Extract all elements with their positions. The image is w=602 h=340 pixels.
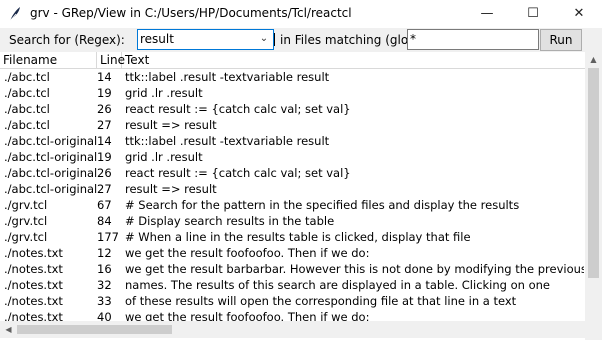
- cell-filename: ./notes.txt: [4, 262, 63, 276]
- table-row[interactable]: ./abc.tcl-original 26 react result := {cat…: [0, 165, 585, 181]
- cell-filename: ./notes.txt: [4, 294, 63, 308]
- cell-text: result => result: [125, 182, 217, 196]
- cell-line: 33: [97, 294, 112, 308]
- cell-line: 27: [97, 118, 112, 132]
- cell-text: we get the result foofoofoo. Then if we …: [125, 246, 370, 260]
- table-row[interactable]: ./grv.tcl 67 # Search for the pattern in t…: [0, 197, 585, 213]
- table-row[interactable]: ./notes.txt 12 we get the result foofoofoo…: [0, 245, 585, 261]
- table-row[interactable]: ./abc.tcl-original 14 ttk::label .result -…: [0, 133, 585, 149]
- cell-filename: ./abc.tcl-original: [4, 150, 97, 164]
- cell-filename: ./abc.tcl-original: [4, 166, 97, 180]
- cell-filename: ./notes.txt: [4, 246, 63, 260]
- cell-text: grid .lr .result: [125, 86, 203, 100]
- cell-line: 14: [97, 70, 112, 84]
- column-header-filename[interactable]: Filename: [0, 52, 97, 68]
- table-row[interactable]: ./abc.tcl-original 19 grid .lr .result: [0, 149, 585, 165]
- cell-text: # Display search results in the table: [125, 214, 335, 228]
- run-button[interactable]: Run: [540, 29, 582, 51]
- text-cursor: [274, 33, 275, 46]
- cell-filename: ./abc.tcl: [4, 118, 50, 132]
- title-bar: grv - GRep/View in C:/Users/HP/Documents…: [0, 0, 602, 28]
- cell-filename: ./abc.tcl: [4, 86, 50, 100]
- cell-text: # When a line in the results table is cl…: [125, 230, 471, 244]
- cell-text: ttk::label .result -textvariable result: [125, 134, 330, 148]
- chevron-down-icon[interactable]: ⌄: [258, 31, 270, 47]
- cell-line: 12: [97, 246, 112, 260]
- arrow-left-icon[interactable]: ◀: [0, 321, 17, 338]
- cell-line: 14: [97, 134, 112, 148]
- cell-line: 19: [97, 150, 112, 164]
- results-table: ./abc.tcl 14 ttk::label .result -textvaria…: [0, 69, 585, 321]
- scrollbar-corner: [585, 321, 602, 340]
- cell-line: 16: [97, 262, 112, 276]
- vertical-scroll-thumb[interactable]: [588, 68, 599, 278]
- cell-line: 27: [97, 182, 112, 196]
- cell-filename: ./abc.tcl-original: [4, 134, 97, 148]
- column-header-line[interactable]: Line: [97, 52, 125, 68]
- maximize-button[interactable]: ☐: [510, 0, 556, 28]
- files-label: in Files matching (glob):: [280, 33, 425, 47]
- cell-text: we get the result barbarbar. However thi…: [125, 262, 584, 276]
- table-row[interactable]: ./notes.txt 40 we get the result foofoofoo…: [0, 309, 585, 321]
- cell-filename: ./abc.tcl-original: [4, 182, 97, 196]
- vertical-scrollbar[interactable]: ▲: [585, 52, 602, 321]
- cell-text: we get the result foofoofoo. Then if we …: [125, 310, 370, 321]
- search-combobox[interactable]: result ⌄: [137, 29, 275, 50]
- files-glob-value[interactable]: *: [410, 32, 416, 46]
- cell-text: grid .lr .result: [125, 150, 203, 164]
- cell-line: 26: [97, 102, 112, 116]
- table-header: Filename Line Text: [0, 52, 585, 69]
- window-title: grv - GRep/View in C:/Users/HP/Documents…: [30, 6, 352, 20]
- cell-text: # Search for the pattern in the specifie…: [125, 198, 520, 212]
- search-input[interactable]: result: [140, 32, 174, 46]
- cell-line: 32: [97, 278, 112, 292]
- cell-text: of these results will open the correspon…: [125, 294, 517, 308]
- table-row[interactable]: ./abc.tcl-original 27 result => result: [0, 181, 585, 197]
- cell-filename: ./abc.tcl: [4, 70, 50, 84]
- cell-line: 67: [97, 198, 112, 212]
- cell-text: ttk::label .result -textvariable result: [125, 70, 330, 84]
- feather-icon: [9, 7, 20, 22]
- cell-filename: ./notes.txt: [4, 310, 63, 321]
- cell-text: react result := {catch calc val; set val…: [125, 166, 351, 180]
- cell-filename: ./grv.tcl: [4, 198, 48, 212]
- cell-line: 26: [97, 166, 112, 180]
- cell-text: result => result: [125, 118, 217, 132]
- search-toolbar: Search for (Regex): result ⌄ in Files ma…: [0, 28, 602, 52]
- table-row[interactable]: ./notes.txt 32 names. The results of this …: [0, 277, 585, 293]
- table-row[interactable]: ./abc.tcl 14 ttk::label .result -textvaria…: [0, 69, 585, 85]
- cell-line: 40: [97, 310, 112, 321]
- cell-text: react result := {catch calc val; set val…: [125, 102, 351, 116]
- cell-filename: ./grv.tcl: [4, 230, 48, 244]
- close-button[interactable]: ✕: [556, 0, 602, 28]
- arrow-up-icon[interactable]: ▲: [585, 52, 602, 68]
- cell-line: 84: [97, 214, 112, 228]
- cell-filename: ./notes.txt: [4, 278, 63, 292]
- table-row[interactable]: ./notes.txt 16 we get the result barbarbar…: [0, 261, 585, 277]
- cell-line: 177: [97, 230, 119, 244]
- table-row[interactable]: ./abc.tcl 27 result => result: [0, 117, 585, 133]
- files-glob-field[interactable]: *: [407, 29, 539, 50]
- search-label: Search for (Regex):: [9, 33, 125, 47]
- cell-text: names. The results of this search are di…: [125, 278, 550, 292]
- horizontal-scroll-thumb[interactable]: [17, 325, 172, 334]
- table-row[interactable]: ./abc.tcl 19 grid .lr .result: [0, 85, 585, 101]
- table-row[interactable]: ./abc.tcl 26 react result := {catch calc v…: [0, 101, 585, 117]
- minimize-button[interactable]: —: [464, 0, 510, 28]
- cell-filename: ./abc.tcl: [4, 102, 50, 116]
- horizontal-scrollbar[interactable]: ◀: [0, 321, 585, 338]
- table-row[interactable]: ./grv.tcl 84 # Display search results in t…: [0, 213, 585, 229]
- cell-filename: ./grv.tcl: [4, 214, 48, 228]
- column-header-text[interactable]: Text: [122, 52, 585, 68]
- table-row[interactable]: ./notes.txt 33 of these results will open …: [0, 293, 585, 309]
- cell-line: 19: [97, 86, 112, 100]
- table-row[interactable]: ./grv.tcl 177 # When a line in the results…: [0, 229, 585, 245]
